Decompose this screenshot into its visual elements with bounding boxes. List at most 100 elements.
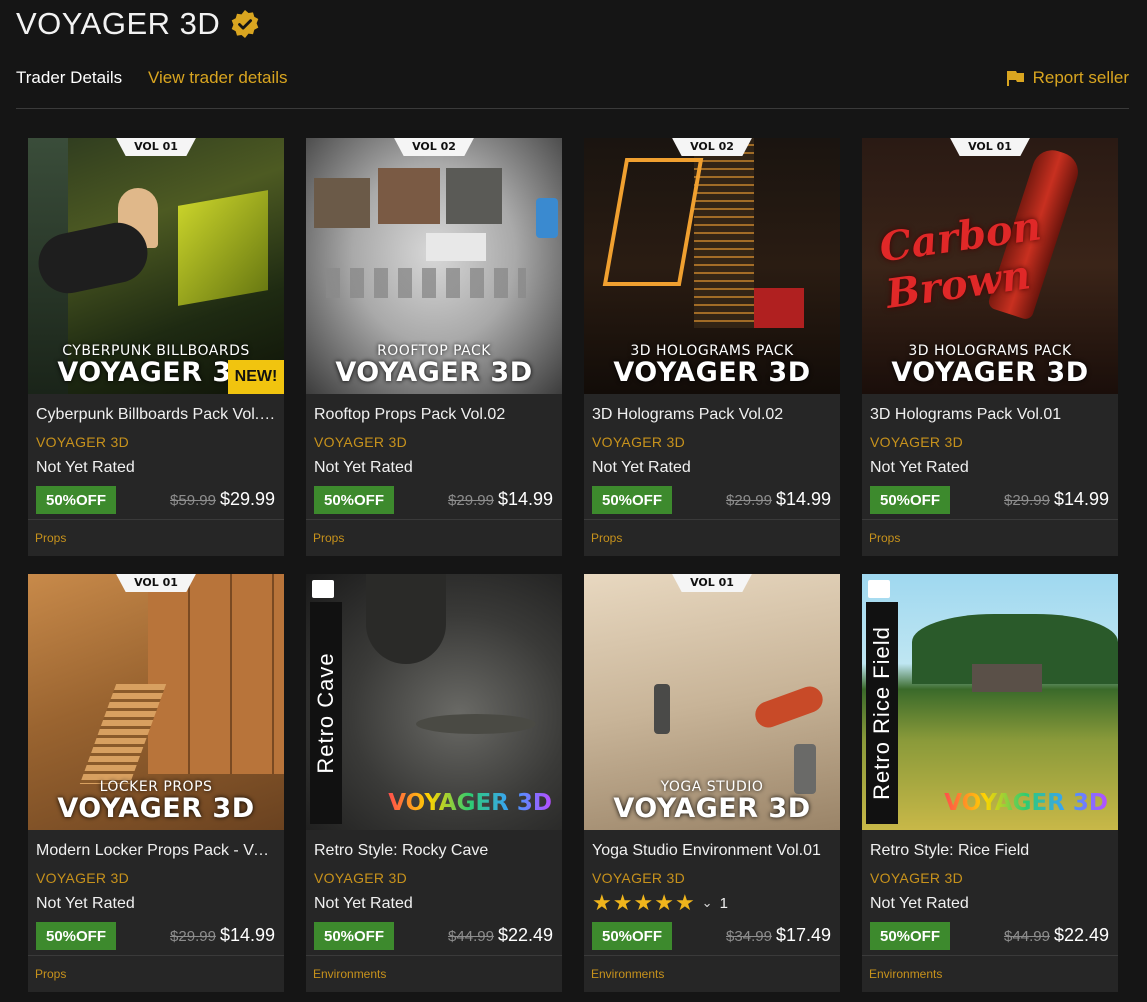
- tab-trader-details[interactable]: Trader Details: [16, 68, 122, 88]
- discount-badge: 50%OFF: [592, 922, 672, 950]
- product-title[interactable]: Yoga Studio Environment Vol.01: [592, 842, 832, 860]
- card-divider: [584, 519, 840, 520]
- product-card[interactable]: Retro Cave VOYAGER 3D Retro Style: Rocky…: [306, 574, 562, 992]
- product-rating: Not Yet Rated: [314, 459, 413, 476]
- product-grid: VOL 01 CYBERPUNK BILLBOARDS VOYAGER 3D N…: [28, 138, 1120, 993]
- product-category[interactable]: Environments: [591, 967, 664, 981]
- thumbnail-brand: VOYAGER 3D: [613, 357, 811, 388]
- product-seller[interactable]: VOYAGER 3D: [870, 434, 963, 450]
- product-price: $29.99 $14.99: [1004, 489, 1109, 510]
- product-price: $34.99 $17.49: [726, 925, 831, 946]
- product-title[interactable]: Rooftop Props Pack Vol.02: [314, 406, 554, 424]
- product-card[interactable]: VOL 01 CYBERPUNK BILLBOARDS VOYAGER 3D N…: [28, 138, 284, 556]
- discount-badge: 50%OFF: [870, 486, 950, 514]
- card-divider: [306, 519, 562, 520]
- view-trader-details-link[interactable]: View trader details: [148, 68, 288, 88]
- vertical-title-band: Retro Rice Field: [866, 602, 898, 824]
- product-thumbnail[interactable]: VOL 01 YOGA STUDIO VOYAGER 3D: [584, 574, 840, 830]
- report-seller-button[interactable]: Report seller: [1005, 68, 1129, 88]
- product-title[interactable]: 3D Holograms Pack Vol.02: [592, 406, 832, 424]
- product-seller[interactable]: VOYAGER 3D: [592, 434, 685, 450]
- product-category[interactable]: Environments: [869, 967, 942, 981]
- original-price: $34.99: [726, 928, 772, 945]
- verified-badge-icon: [230, 9, 260, 39]
- product-thumbnail[interactable]: VOL 02 3D HOLOGRAMS PACK VOYAGER 3D: [584, 138, 840, 394]
- product-price: $44.99 $22.49: [448, 925, 553, 946]
- discount-badge: 50%OFF: [592, 486, 672, 514]
- product-title[interactable]: Cyberpunk Billboards Pack Vol.01: [36, 406, 276, 424]
- discount-badge: 50%OFF: [870, 922, 950, 950]
- product-price: $44.99 $22.49: [1004, 925, 1109, 946]
- volume-tag: VOL 01: [950, 138, 1030, 156]
- new-badge: NEW!: [228, 360, 284, 394]
- discount-badge: 50%OFF: [314, 486, 394, 514]
- chevron-down-icon[interactable]: ⌄: [702, 895, 713, 911]
- sale-price: $22.49: [497, 925, 553, 945]
- product-card[interactable]: VOL 01 LOCKER PROPS VOYAGER 3D Modern Lo…: [28, 574, 284, 992]
- card-divider: [584, 955, 840, 956]
- product-category[interactable]: Environments: [313, 967, 386, 981]
- thumbnail-brand: VOYAGER 3D: [944, 790, 1108, 816]
- product-thumbnail[interactable]: Retro Cave VOYAGER 3D: [306, 574, 562, 830]
- product-category[interactable]: Props: [313, 531, 344, 545]
- product-card[interactable]: VOL 01 YOGA STUDIO VOYAGER 3D Yoga Studi…: [584, 574, 840, 992]
- product-seller[interactable]: VOYAGER 3D: [36, 434, 129, 450]
- seller-header: VOYAGER 3D: [16, 4, 260, 44]
- star-rating[interactable]: ★ ★ ★ ★ ★ ⌄ 1: [592, 892, 728, 914]
- product-card[interactable]: VOL 02 ROOFTOP PACK VOYAGER 3D Rooftop P…: [306, 138, 562, 556]
- volume-tag: VOL 01: [672, 574, 752, 592]
- product-thumbnail[interactable]: VOL 01 LOCKER PROPS VOYAGER 3D: [28, 574, 284, 830]
- product-rating: Not Yet Rated: [592, 459, 691, 476]
- product-thumbnail[interactable]: Carbon Brown VOL 01 3D HOLOGRAMS PACK VO…: [862, 138, 1118, 394]
- thumbnail-brand: VOYAGER 3D: [388, 790, 552, 816]
- product-price: $59.99 $29.99: [170, 489, 275, 510]
- product-rating: Not Yet Rated: [870, 459, 969, 476]
- product-category[interactable]: Props: [591, 531, 622, 545]
- original-price: $44.99: [448, 928, 494, 945]
- product-seller[interactable]: VOYAGER 3D: [314, 434, 407, 450]
- trader-tabs: Trader Details View trader details Repor…: [16, 62, 1129, 109]
- product-title[interactable]: 3D Holograms Pack Vol.01: [870, 406, 1110, 424]
- rating-count: 1: [719, 894, 728, 912]
- discount-badge: 50%OFF: [36, 486, 116, 514]
- thumbnail-brand: VOYAGER 3D: [57, 793, 255, 824]
- thumbnail-art-text: Carbon Brown: [876, 202, 1045, 318]
- seller-name: VOYAGER 3D: [16, 6, 221, 41]
- original-price: $59.99: [170, 492, 216, 509]
- discount-badge: 50%OFF: [314, 922, 394, 950]
- sale-price: $14.99: [497, 489, 553, 509]
- sale-price: $14.99: [775, 489, 831, 509]
- report-seller-label: Report seller: [1032, 68, 1129, 87]
- discount-badge: 50%OFF: [36, 922, 116, 950]
- product-category[interactable]: Props: [35, 531, 66, 545]
- brand-logo-icon: [312, 580, 334, 598]
- thumbnail-brand: VOYAGER 3D: [891, 357, 1089, 388]
- product-rating: Not Yet Rated: [36, 459, 135, 476]
- product-thumbnail[interactable]: VOL 02 ROOFTOP PACK VOYAGER 3D: [306, 138, 562, 394]
- vertical-title: Retro Rice Field: [869, 626, 894, 800]
- product-category[interactable]: Props: [869, 531, 900, 545]
- product-seller[interactable]: VOYAGER 3D: [314, 870, 407, 886]
- product-title[interactable]: Retro Style: Rice Field: [870, 842, 1110, 860]
- volume-tag: VOL 02: [394, 138, 474, 156]
- star-icon: ★: [674, 890, 695, 915]
- product-card[interactable]: Carbon Brown VOL 01 3D HOLOGRAMS PACK VO…: [862, 138, 1118, 556]
- product-card[interactable]: VOL 02 3D HOLOGRAMS PACK VOYAGER 3D 3D H…: [584, 138, 840, 556]
- product-thumbnail[interactable]: VOL 01 CYBERPUNK BILLBOARDS VOYAGER 3D N…: [28, 138, 284, 394]
- vertical-title: Retro Cave: [313, 652, 338, 774]
- product-thumbnail[interactable]: Retro Rice Field VOYAGER 3D: [862, 574, 1118, 830]
- product-seller[interactable]: VOYAGER 3D: [592, 870, 685, 886]
- product-seller[interactable]: VOYAGER 3D: [36, 870, 129, 886]
- product-card[interactable]: Retro Rice Field VOYAGER 3D Retro Style:…: [862, 574, 1118, 992]
- card-divider: [28, 519, 284, 520]
- volume-tag: VOL 01: [116, 138, 196, 156]
- product-title[interactable]: Modern Locker Props Pack - Vol.01: [36, 842, 276, 860]
- product-seller[interactable]: VOYAGER 3D: [870, 870, 963, 886]
- card-divider: [306, 955, 562, 956]
- product-rating: Not Yet Rated: [36, 895, 135, 912]
- product-price: $29.99 $14.99: [170, 925, 275, 946]
- product-rating: Not Yet Rated: [870, 895, 969, 912]
- flag-icon: [1006, 71, 1024, 86]
- product-category[interactable]: Props: [35, 967, 66, 981]
- product-title[interactable]: Retro Style: Rocky Cave: [314, 842, 554, 860]
